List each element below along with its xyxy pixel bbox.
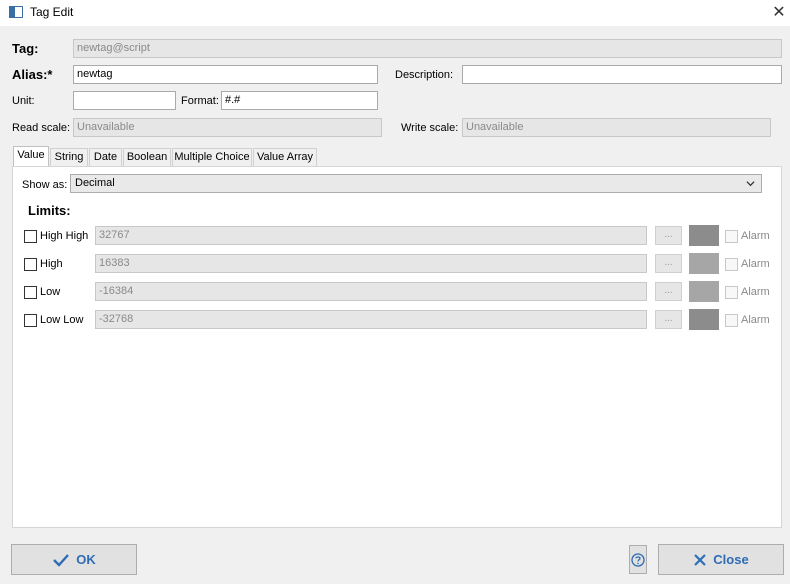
window-title: Tag Edit: [30, 5, 74, 19]
title-bar: [0, 0, 790, 26]
high-high-alarm-checkbox: [725, 230, 738, 243]
high-color-swatch: [689, 253, 719, 274]
low-color-swatch: [689, 281, 719, 302]
show-as-value: Decimal: [75, 177, 115, 189]
low-low-label: Low Low: [40, 314, 84, 326]
low-low-alarm-checkbox: [725, 314, 738, 327]
unit-label: Unit:: [12, 95, 35, 107]
low-label: Low: [40, 286, 61, 298]
help-icon: [631, 552, 645, 567]
alias-input[interactable]: newtag: [73, 65, 378, 84]
close-label: Close: [713, 552, 749, 567]
description-label: Description:: [395, 69, 454, 81]
read-scale-label: Read scale:: [12, 122, 71, 134]
format-input[interactable]: #.#: [221, 91, 378, 110]
tab-multiple-choice[interactable]: Multiple Choice: [172, 148, 252, 166]
high-label: High: [40, 258, 63, 270]
low-alarm-label: Alarm: [741, 286, 770, 298]
write-scale-label: Write scale:: [401, 122, 459, 134]
low-low-color-swatch: [689, 309, 719, 330]
tab-string[interactable]: String: [50, 148, 88, 166]
high-checkbox[interactable]: [24, 258, 37, 271]
tab-date[interactable]: Date: [89, 148, 122, 166]
low-checkbox[interactable]: [24, 286, 37, 299]
high-high-color-swatch: [689, 225, 719, 246]
low-ellipsis-button: ...: [655, 282, 682, 301]
description-input[interactable]: [462, 65, 782, 84]
show-as-label: Show as:: [22, 179, 68, 191]
high-ellipsis-button: ...: [655, 254, 682, 273]
help-button[interactable]: [629, 545, 647, 574]
high-alarm-checkbox: [725, 258, 738, 271]
high-high-checkbox[interactable]: [24, 230, 37, 243]
high-value: 16383: [95, 254, 647, 273]
low-low-ellipsis-button: ...: [655, 310, 682, 329]
low-value: -16384: [95, 282, 647, 301]
high-high-alarm-label: Alarm: [741, 230, 770, 242]
low-low-value: -32768: [95, 310, 647, 329]
close-window-button[interactable]: ✕: [770, 2, 788, 22]
show-as-select[interactable]: Decimal: [70, 174, 762, 193]
high-high-value: 32767: [95, 226, 647, 245]
tab-value-array[interactable]: Value Array: [253, 148, 317, 166]
value-tab-panel: [12, 166, 782, 528]
tab-value[interactable]: Value: [13, 146, 49, 166]
ok-label: OK: [76, 552, 96, 567]
low-alarm-checkbox: [725, 286, 738, 299]
high-high-ellipsis-button: ...: [655, 226, 682, 245]
write-scale-field: Unavailable: [462, 118, 771, 137]
window-icon: [9, 6, 23, 18]
alias-label: Alias:*: [12, 67, 53, 82]
x-icon: [694, 553, 707, 566]
low-low-checkbox[interactable]: [24, 314, 37, 327]
format-label: Format:: [181, 95, 219, 107]
unit-input[interactable]: [73, 91, 176, 110]
high-alarm-label: Alarm: [741, 258, 770, 270]
chevron-down-icon: [746, 181, 755, 187]
high-high-label: High High: [40, 230, 89, 242]
low-low-alarm-label: Alarm: [741, 314, 770, 326]
close-button[interactable]: Close: [658, 544, 784, 575]
read-scale-field: Unavailable: [73, 118, 382, 137]
limits-label: Limits:: [28, 203, 71, 218]
tab-boolean[interactable]: Boolean: [123, 148, 171, 166]
ok-button[interactable]: OK: [11, 544, 137, 575]
tag-field: newtag@script: [73, 39, 782, 58]
tag-label: Tag:: [12, 41, 39, 56]
checkmark-icon: [53, 553, 70, 567]
